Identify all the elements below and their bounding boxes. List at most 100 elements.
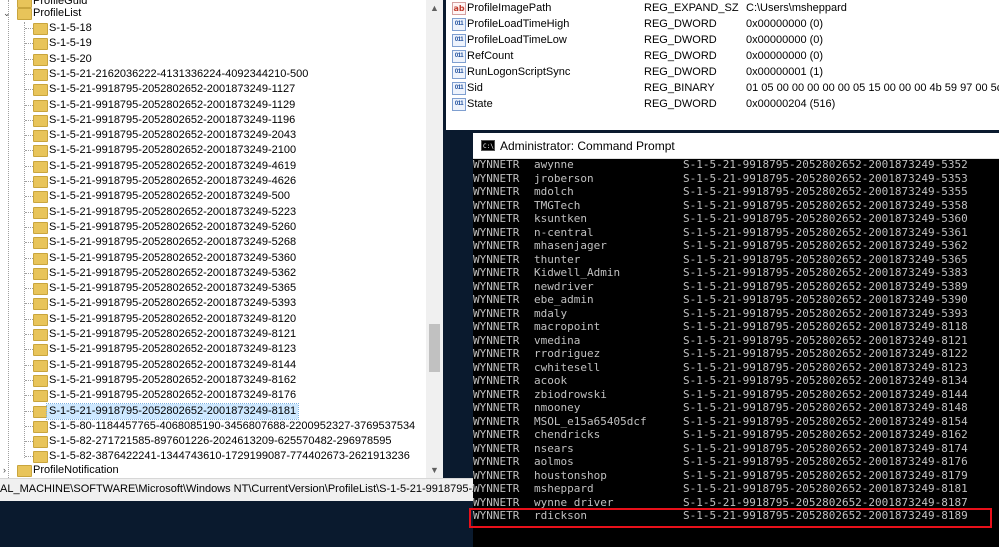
- domain-name: WYNNETR: [473, 185, 520, 198]
- tree-connector: [25, 242, 33, 243]
- tree-connector: [25, 120, 33, 121]
- domain-name: WYNNETR: [473, 334, 520, 347]
- tree-scrollbar[interactable]: ▲ ▼: [426, 0, 443, 478]
- domain-name: WYNNETR: [473, 199, 520, 212]
- folder-icon: [33, 84, 48, 96]
- command-prompt-window[interactable]: C:\ Administrator: Command Prompt WYNNET…: [473, 133, 999, 547]
- tree-item-label: ProfileList: [33, 7, 82, 19]
- collapse-chevron-icon[interactable]: ⌄: [3, 6, 11, 21]
- value-name: ProfileImagePath: [467, 2, 552, 14]
- cmd-titlebar[interactable]: C:\ Administrator: Command Prompt: [473, 133, 999, 159]
- tree-connector: [25, 74, 33, 75]
- tree-item-label: S-1-5-21-9918795-2052802652-2001873249-8…: [49, 313, 297, 325]
- domain-name: WYNNETR: [473, 482, 520, 495]
- registry-key-tree[interactable]: ProfileGuid ⌄ ProfileList S-1-5-18 S-1-5-…: [0, 0, 443, 478]
- binary-value-icon: 011: [452, 98, 466, 111]
- tree-connector: [25, 288, 33, 289]
- tree-item-label: S-1-5-21-9918795-2052802652-2001873249-5…: [49, 267, 297, 279]
- cmd-app-icon: C:\: [481, 140, 495, 151]
- user-sid: S-1-5-21-9918795-2052802652-2001873249-8…: [683, 347, 968, 360]
- value-row[interactable]: 011 State REG_DWORD 0x00000204 (516): [446, 96, 999, 112]
- value-row[interactable]: 011 ProfileLoadTimeHigh REG_DWORD 0x0000000…: [446, 16, 999, 32]
- user-sid: S-1-5-21-9918795-2052802652-2001873249-5…: [683, 307, 968, 320]
- value-type: REG_DWORD: [644, 98, 717, 110]
- domain-name: WYNNETR: [473, 172, 520, 185]
- tree-connector: [25, 89, 33, 90]
- user-sid: S-1-5-21-9918795-2052802652-2001873249-8…: [683, 415, 968, 428]
- value-name: ProfileLoadTimeHigh: [467, 18, 570, 30]
- tree-item-label: S-1-5-82-3876422241-1344743610-172919908…: [49, 450, 410, 462]
- tree-connector: [25, 150, 33, 151]
- tree-guide-line: [8, 0, 9, 478]
- scroll-up-arrow-icon[interactable]: ▲: [426, 0, 443, 16]
- value-row[interactable]: 011 RunLogonScriptSync REG_DWORD 0x00000001…: [446, 64, 999, 80]
- folder-icon: [33, 329, 48, 341]
- domain-name: WYNNETR: [473, 361, 520, 374]
- username: houstonshop: [534, 469, 607, 482]
- user-sid: S-1-5-21-9918795-2052802652-2001873249-8…: [683, 334, 968, 347]
- value-row[interactable]: ab ProfileImagePath REG_EXPAND_SZ C:\Users\…: [446, 0, 999, 16]
- folder-icon: [33, 375, 48, 387]
- domain-name: WYNNETR: [473, 293, 520, 306]
- expand-chevron-icon[interactable]: ›: [3, 463, 6, 478]
- tree-connector: [25, 273, 33, 274]
- folder-icon: [33, 237, 48, 249]
- tree-item-label: S-1-5-21-9918795-2052802652-2001873249-2…: [49, 144, 297, 156]
- scrollbar-thumb[interactable]: [429, 324, 440, 372]
- tree-item-label: S-1-5-19: [49, 37, 92, 49]
- user-sid: S-1-5-21-9918795-2052802652-2001873249-8…: [683, 401, 968, 414]
- tree-item-label: S-1-5-21-9918795-2052802652-2001873249-2…: [49, 129, 297, 141]
- tree-connector: [25, 411, 33, 412]
- value-row[interactable]: 011 Sid REG_BINARY 01 05 00 00 00 00 00 05 …: [446, 80, 999, 96]
- value-data: 0x00000000 (0): [746, 50, 824, 62]
- user-sid: S-1-5-21-9918795-2052802652-2001873249-8…: [683, 320, 968, 333]
- tree-item-label: S-1-5-21-9918795-2052802652-2001873249-8…: [49, 374, 297, 386]
- user-sid: S-1-5-21-9918795-2052802652-2001873249-5…: [683, 185, 968, 198]
- status-bar: AL_MACHINE\SOFTWARE\Microsoft\Windows NT…: [0, 478, 473, 501]
- cmd-output[interactable]: WYNNETR awynne S-1-5-21-9918795-2052802652…: [473, 158, 999, 547]
- username: zbiodrowski: [534, 388, 607, 401]
- domain-name: WYNNETR: [473, 239, 520, 252]
- folder-icon: [33, 23, 48, 35]
- tree-item-label: S-1-5-21-9918795-2052802652-2001873249-1…: [49, 99, 296, 111]
- scroll-down-arrow-icon[interactable]: ▼: [426, 462, 443, 478]
- username: jroberson: [534, 172, 594, 185]
- value-data: 01 05 00 00 00 00 00 05 15 00 00 00 4b 5…: [746, 82, 999, 94]
- tree-connector: [25, 181, 33, 182]
- user-sid: S-1-5-21-9918795-2052802652-2001873249-5…: [683, 293, 968, 306]
- value-type: REG_DWORD: [644, 50, 717, 62]
- user-sid: S-1-5-21-9918795-2052802652-2001873249-5…: [683, 239, 968, 252]
- tree-item-label: S-1-5-21-9918795-2052802652-2001873249-8…: [45, 403, 300, 420]
- binary-value-icon: 011: [452, 18, 466, 31]
- folder-icon: [33, 344, 48, 356]
- tree-connector: [25, 43, 33, 44]
- folder-icon: [33, 100, 48, 112]
- tree-connector: [25, 166, 33, 167]
- user-sid: S-1-5-21-9918795-2052802652-2001873249-5…: [683, 226, 968, 239]
- tree-item-label: S-1-5-21-9918795-2052802652-2001873249-8…: [49, 343, 297, 355]
- binary-value-icon: 011: [452, 82, 466, 95]
- tree-item-label: S-1-5-21-9918795-2052802652-2001873249-5…: [49, 282, 297, 294]
- tree-item-label: S-1-5-21-9918795-2052802652-2001873249-4…: [49, 175, 297, 187]
- username: Kidwell_Admin: [534, 266, 621, 279]
- folder-icon: [33, 191, 48, 203]
- tree-connector: [25, 319, 33, 320]
- registry-values-list[interactable]: ab ProfileImagePath REG_EXPAND_SZ C:\Users\…: [446, 0, 999, 130]
- value-row[interactable]: 011 ProfileLoadTimeLow REG_DWORD 0x00000000…: [446, 32, 999, 48]
- string-value-icon: ab: [452, 2, 466, 15]
- username: awynne: [534, 158, 574, 171]
- username: rrodriguez: [534, 347, 601, 360]
- binary-value-icon: 011: [452, 50, 466, 63]
- folder-icon: [33, 421, 48, 433]
- value-data: 0x00000000 (0): [746, 18, 824, 30]
- folder-icon: [33, 390, 48, 402]
- tree-connector: [25, 196, 33, 197]
- domain-name: WYNNETR: [473, 266, 520, 279]
- user-sid: S-1-5-21-9918795-2052802652-2001873249-8…: [683, 374, 968, 387]
- value-name: RunLogonScriptSync: [467, 66, 571, 78]
- open-folder-icon: [17, 8, 32, 20]
- value-row[interactable]: 011 RefCount REG_DWORD 0x00000000 (0): [446, 48, 999, 64]
- folder-icon: [33, 451, 48, 463]
- folder-icon: [33, 145, 48, 157]
- tree-item-label: S-1-5-80-1184457765-4068085190-345680768…: [49, 420, 416, 432]
